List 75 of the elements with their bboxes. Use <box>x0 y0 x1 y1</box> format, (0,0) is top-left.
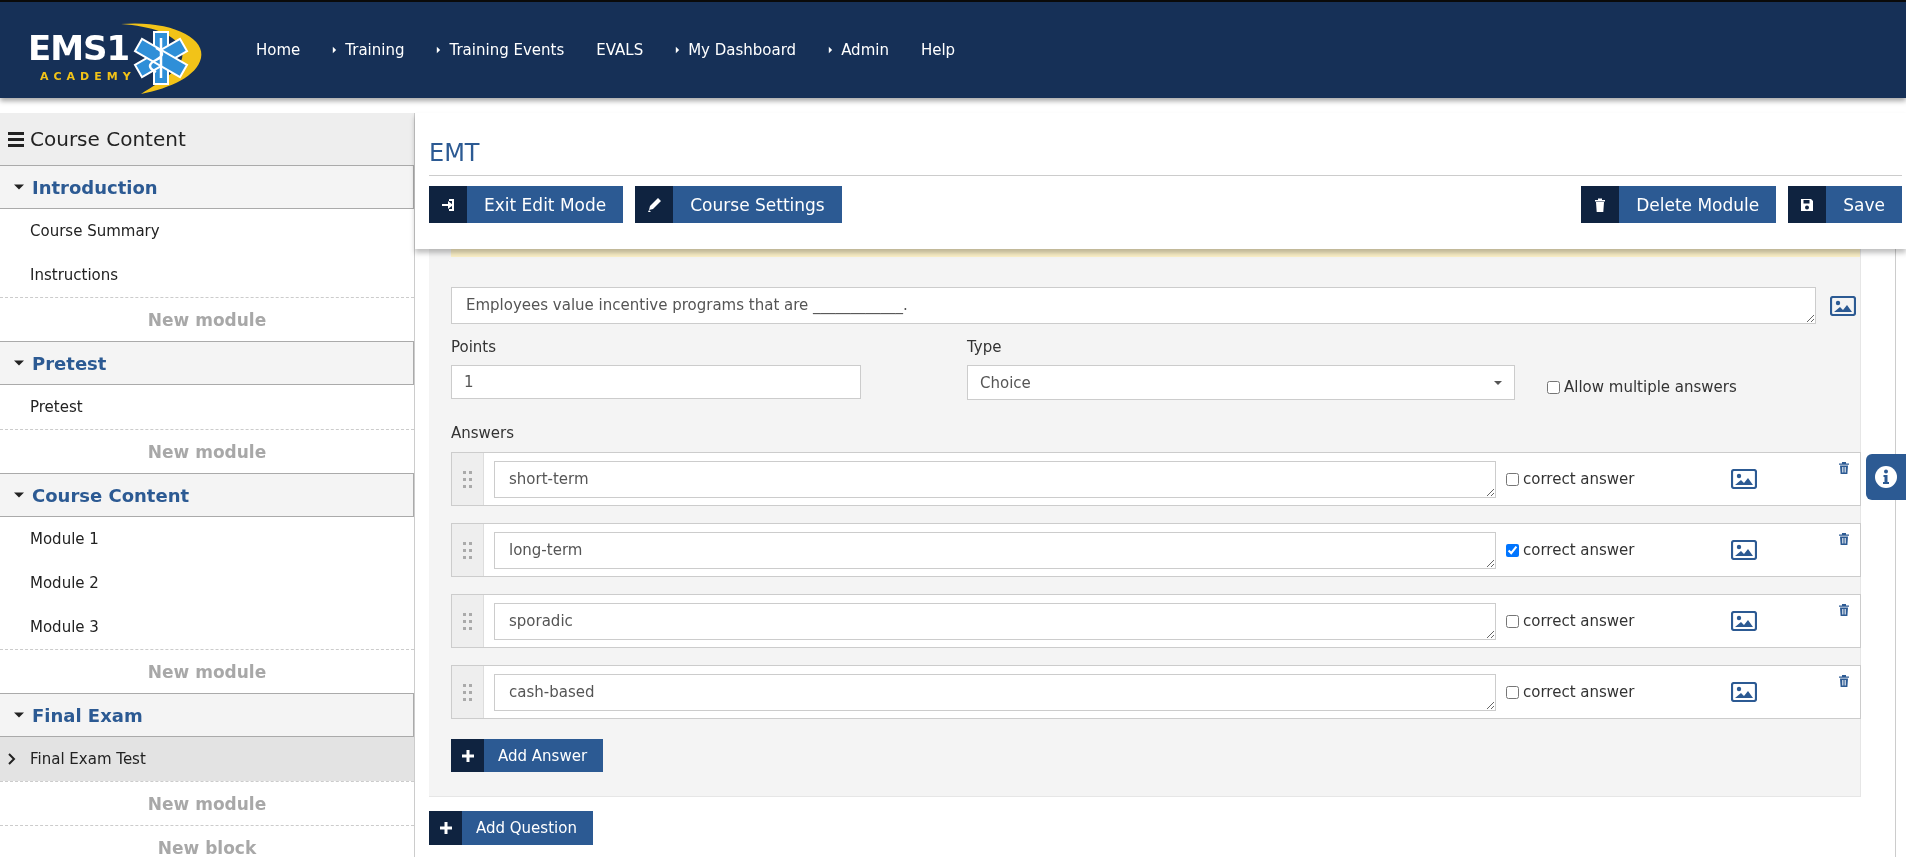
info-button[interactable] <box>1866 454 1906 500</box>
chevron-icon <box>8 753 16 765</box>
nav-menu[interactable]: Training Events <box>436 41 565 59</box>
toolbar-button[interactable]: Exit Edit Mode <box>429 186 624 223</box>
page-title: EMT <box>429 113 1902 176</box>
drag-handle-icon <box>463 612 472 630</box>
question-field[interactable]: Employees value incentive programs that are ____________. <box>451 287 1816 324</box>
checkbox-label[interactable]: correct answer <box>1523 612 1635 630</box>
plus-icon <box>459 747 476 764</box>
sidebar-item[interactable]: Module 3 <box>0 605 414 649</box>
nav-menu[interactable]: Training <box>332 41 405 59</box>
checkbox-label[interactable]: correct answer <box>1523 470 1635 488</box>
drag-handle-icon <box>463 470 472 488</box>
image-icon <box>1731 540 1757 560</box>
points-field[interactable]: 1 <box>451 365 861 399</box>
caret-down-icon <box>14 492 24 498</box>
toolbar-button[interactable]: Save <box>1788 186 1902 223</box>
correct-answer-checkbox[interactable] <box>1506 685 1519 699</box>
sidebar-item[interactable]: Instructions <box>0 253 414 297</box>
image-icon <box>1830 295 1856 316</box>
logo-subtitle: ACADEMY <box>40 70 136 83</box>
checkbox-label[interactable]: correct answer <box>1523 683 1635 701</box>
nav-link[interactable]: EVALS <box>596 41 644 59</box>
answer-field[interactable]: long-term <box>494 531 1496 569</box>
caret-down-icon <box>14 184 24 190</box>
checkbox-label[interactable]: Allow multiple answers <box>1564 378 1737 396</box>
sidebar-item[interactable]: Module 1 <box>0 517 414 561</box>
type-select[interactable]: Choice <box>967 365 1515 400</box>
exit-icon <box>440 196 456 213</box>
image-icon <box>1731 469 1757 489</box>
sidebar-item[interactable]: Final Exam Test <box>0 737 414 781</box>
answer-field[interactable]: sporadic <box>494 602 1496 640</box>
nav-link[interactable]: Help <box>920 41 956 59</box>
logo-title: EMS1 <box>28 28 130 68</box>
info-icon <box>1874 465 1898 489</box>
save-icon <box>1799 196 1816 213</box>
answers-label: Answers <box>451 424 516 442</box>
trash-icon <box>1838 603 1850 617</box>
menu-icon <box>8 131 24 147</box>
trash-icon <box>1838 461 1850 475</box>
section-header[interactable]: Pretest <box>0 341 414 385</box>
toolbar-button[interactable]: Course Settings <box>635 186 842 223</box>
plus-icon <box>437 820 454 836</box>
image-icon <box>1731 682 1757 702</box>
answer-field[interactable]: cash-based <box>494 673 1496 711</box>
add-button[interactable]: Add Question <box>429 811 593 845</box>
section-header[interactable]: Course Content <box>0 473 414 517</box>
toolbar-button[interactable]: Delete Module <box>1581 186 1777 223</box>
nav-menu[interactable]: Admin <box>828 41 889 59</box>
sidebar-item[interactable]: Pretest <box>0 385 414 429</box>
caret-down-icon <box>14 712 24 718</box>
drag-handle-icon <box>463 683 472 701</box>
correct-answer-checkbox[interactable] <box>1506 543 1519 557</box>
allow-multiple-checkbox[interactable] <box>1547 380 1560 394</box>
correct-answer-checkbox[interactable] <box>1506 472 1519 486</box>
checkbox-label[interactable]: correct answer <box>1523 541 1635 559</box>
dropdown-caret-icon <box>1494 380 1502 385</box>
field-label: Points <box>451 338 498 356</box>
correct-answer-checkbox[interactable] <box>1506 614 1519 628</box>
image-icon <box>1731 611 1757 631</box>
trash-icon <box>1838 532 1850 546</box>
sidebar-item[interactable]: Module 2 <box>0 561 414 605</box>
field-label: Type <box>967 338 1003 356</box>
sidebar-item[interactable]: Course Summary <box>0 209 414 253</box>
answer-field[interactable]: short-term <box>494 460 1496 498</box>
nav-menu[interactable]: My Dashboard <box>675 41 797 59</box>
pencil-icon <box>646 196 663 213</box>
drag-handle-icon <box>463 541 472 559</box>
add-button[interactable]: Add Answer <box>451 739 604 772</box>
section-header[interactable]: Final Exam <box>0 693 414 737</box>
nav-link[interactable]: Home <box>256 41 301 59</box>
caret-down-icon <box>14 360 24 366</box>
sidebar-title: Course Content <box>30 127 186 151</box>
trash-icon <box>1838 674 1850 688</box>
section-header[interactable]: Introduction <box>0 165 414 209</box>
